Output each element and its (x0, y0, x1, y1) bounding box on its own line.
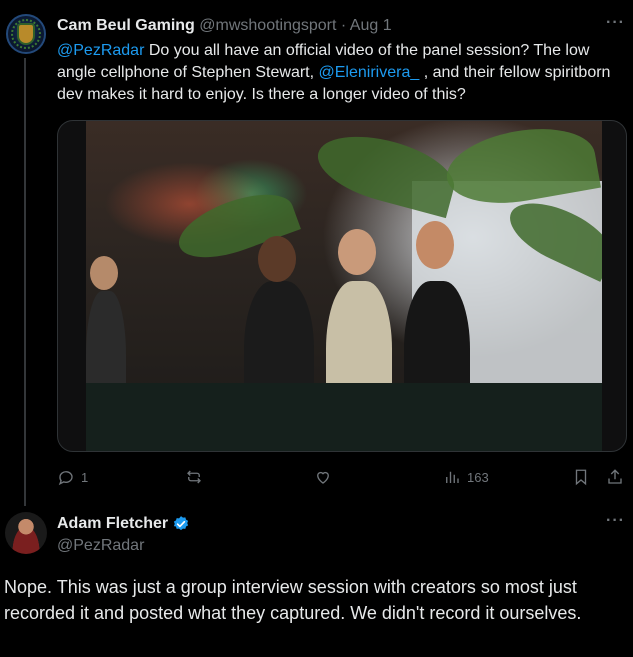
mention-link[interactable]: @PezRadar (57, 42, 144, 59)
avatar-crest (19, 25, 33, 43)
thread-connector-line (24, 58, 26, 506)
reply-button[interactable]: 1 (57, 466, 88, 488)
reply-icon (58, 471, 73, 486)
author-handle[interactable]: @PezRadar (57, 536, 144, 556)
header-separator: · (340, 17, 347, 34)
heart-icon (317, 471, 329, 484)
author-name-row: Adam Fletcher (57, 514, 190, 534)
photo-person-head (338, 229, 376, 275)
tweet-header: Cam Beul Gaming @mwshootingsport · Aug 1 (57, 16, 392, 36)
bookmark-button[interactable] (572, 466, 590, 488)
share-button[interactable] (606, 466, 624, 488)
photo-person-head (90, 256, 118, 290)
bookmark-icon (575, 469, 587, 486)
author-avatar[interactable] (5, 512, 47, 554)
author-display-name[interactable]: Adam Fletcher (57, 514, 168, 534)
author-avatar[interactable] (6, 14, 46, 54)
tweet-text: @PezRadar Do you all have an official vi… (57, 40, 617, 106)
repost-button[interactable] (185, 466, 209, 488)
view-count: 163 (467, 469, 489, 485)
more-options-button[interactable]: ··· (606, 14, 625, 32)
views-button[interactable]: 163 (443, 466, 489, 488)
author-display-name[interactable]: Cam Beul Gaming (57, 17, 195, 34)
reply-count: 1 (81, 469, 89, 485)
mention-link[interactable]: @Elenirivera_ (319, 64, 420, 81)
photo-palm-leaf (310, 123, 462, 219)
more-options-button[interactable]: ··· (606, 512, 625, 530)
photo-couch (86, 383, 602, 451)
share-icon (608, 469, 622, 484)
tweet-reply[interactable]: Adam Fletcher @PezRadar ··· Nope. This w… (0, 506, 633, 657)
tweet-text: Nope. This was just a group interview se… (4, 577, 582, 623)
repost-icon (187, 470, 201, 484)
like-button[interactable] (314, 466, 338, 488)
panel-session-photo (86, 121, 602, 451)
verified-badge-icon (174, 516, 189, 531)
tweet-actions-bar: 1 163 (57, 466, 627, 488)
author-handle[interactable]: @mwshootingsport (199, 17, 336, 34)
tweet-date[interactable]: Aug 1 (350, 17, 392, 34)
views-icon (446, 471, 459, 483)
tweet-original[interactable]: Cam Beul Gaming @mwshootingsport · Aug 1… (0, 0, 633, 506)
photo-person-head (258, 236, 296, 282)
tweet-media-photo[interactable] (57, 120, 627, 452)
photo-person-head (416, 221, 454, 269)
